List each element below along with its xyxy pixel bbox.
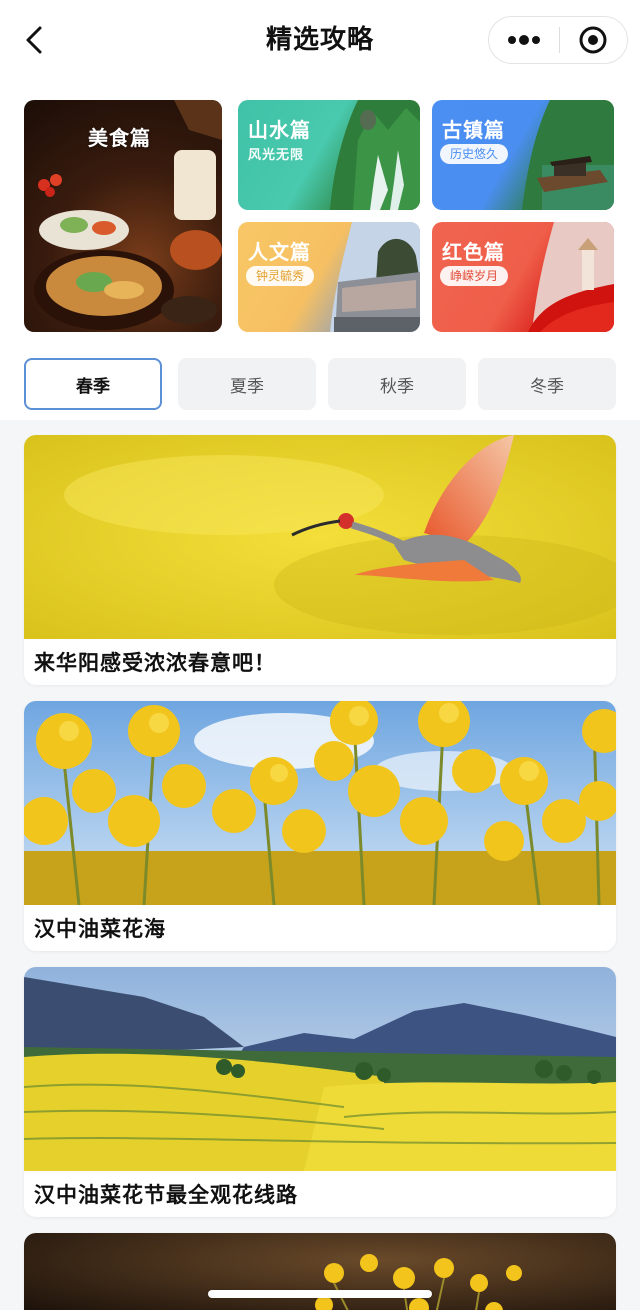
season-tabs: 春季 夏季 秋季 冬季 <box>0 350 640 420</box>
tab-winter[interactable]: 冬季 <box>478 358 616 410</box>
flower-closeup-photo <box>24 1233 616 1310</box>
guide-card-title: 汉中油菜花海 <box>34 917 166 941</box>
guide-card[interactable] <box>24 1233 616 1310</box>
guide-card[interactable]: 汉中油菜花海 <box>24 701 616 951</box>
ibis-rapeseed-photo <box>24 435 616 639</box>
guide-card-title: 汉中油菜花节最全观花线路 <box>34 1183 298 1207</box>
category-tile-ancient-town[interactable]: 古镇篇 历史悠久 <box>432 100 614 210</box>
category-subtitle: 峥嵘岁月 <box>440 266 509 286</box>
more-dots-icon <box>507 35 540 45</box>
category-title: 人文篇 <box>248 240 311 264</box>
rapeseed-flowers-photo <box>24 701 616 905</box>
category-subtitle: 历史悠久 <box>440 144 509 164</box>
category-title: 古镇篇 <box>442 118 505 142</box>
guide-list: 来华阳感受浓浓春意吧！ 汉中油菜花海 汉中油菜花节最全观花线路 <box>0 420 640 1310</box>
category-tile-landscape[interactable]: 山水篇 风光无限 <box>238 100 420 210</box>
close-button[interactable] <box>560 17 628 63</box>
guide-card[interactable]: 来华阳感受浓浓春意吧！ <box>24 435 616 685</box>
more-button[interactable] <box>489 17 559 63</box>
mini-program-capsule <box>488 16 628 64</box>
category-grid: 美食篇 山水篇 风光无限 古镇篇 历史悠久 人文篇 钟灵毓秀 红色篇 峥嵘岁月 <box>0 80 640 350</box>
category-tile-food[interactable]: 美食篇 <box>24 100 222 332</box>
nav-bar: 精选攻略 <box>0 0 640 80</box>
tab-summer[interactable]: 夏季 <box>178 358 316 410</box>
guide-card[interactable]: 汉中油菜花节最全观花线路 <box>24 967 616 1217</box>
category-title: 红色篇 <box>442 240 505 264</box>
home-indicator <box>208 1290 432 1298</box>
category-subtitle: 钟灵毓秀 <box>246 266 315 286</box>
target-close-icon <box>579 26 607 54</box>
tab-autumn[interactable]: 秋季 <box>328 358 466 410</box>
guide-card-title: 来华阳感受浓浓春意吧！ <box>34 651 276 675</box>
category-subtitle: 风光无限 <box>248 148 305 163</box>
category-tile-culture[interactable]: 人文篇 钟灵毓秀 <box>238 222 420 332</box>
tab-spring[interactable]: 春季 <box>24 358 162 410</box>
terraced-fields-photo <box>24 967 616 1171</box>
category-title: 山水篇 <box>248 118 311 142</box>
category-tile-red-heritage[interactable]: 红色篇 峥嵘岁月 <box>432 222 614 332</box>
category-title: 美食篇 <box>88 126 151 150</box>
